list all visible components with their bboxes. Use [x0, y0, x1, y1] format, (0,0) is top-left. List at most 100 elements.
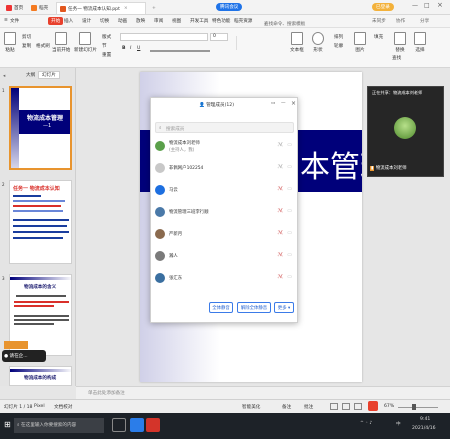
tab-docer[interactable]: 稻壳: [28, 2, 51, 14]
minimize-icon[interactable]: —: [412, 2, 418, 9]
pin-icon[interactable]: ▭: [271, 101, 275, 106]
camera-icon[interactable]: ▭: [287, 208, 292, 214]
member-row[interactable]: 物流成本刘老师 (主持人，我) ℳ ▭: [155, 138, 293, 155]
tab-document[interactable]: 任务一 物流成本认知.ppt ×: [56, 2, 146, 14]
unsync-status[interactable]: 未同步: [372, 18, 386, 24]
mic-muted-icon[interactable]: ℳ: [278, 208, 283, 214]
menu-transition[interactable]: 切换: [100, 18, 109, 24]
replace-button[interactable]: 替换: [394, 32, 406, 53]
video-window[interactable]: 正在共享：物流成本刘老师 ▮ 物流成本刘老师: [367, 86, 444, 177]
menu-review[interactable]: 审阅: [154, 18, 163, 24]
copy-button[interactable]: 复制: [22, 43, 31, 49]
task-view-icon[interactable]: [112, 418, 126, 432]
paste-button[interactable]: 粘贴: [4, 32, 16, 53]
member-row[interactable]: 非佩网户102254 ℳ ▭: [155, 160, 293, 177]
tab-slides[interactable]: 幻灯片: [38, 71, 60, 79]
dialog-minimize-icon[interactable]: —: [281, 101, 286, 106]
camera-icon[interactable]: ▭: [287, 230, 292, 236]
tab-home[interactable]: 首页: [3, 2, 26, 14]
fill-button[interactable]: 填充: [374, 34, 383, 40]
member-row[interactable]: 严新月 ℳ ▭: [155, 226, 293, 243]
login-button[interactable]: 已登录: [372, 3, 394, 11]
member-row[interactable]: 张汇东 ℳ ▭: [155, 270, 293, 287]
windows-start-icon[interactable]: ⊞: [4, 420, 11, 429]
camera-icon[interactable]: ▭: [287, 142, 292, 148]
live-indicator[interactable]: ● 请在企...: [2, 350, 46, 362]
collab-button[interactable]: 协作: [396, 18, 405, 24]
shape-button[interactable]: 形状: [312, 32, 324, 53]
taskbar-search[interactable]: ⌕ 在这里输入你要搜索的内容: [14, 418, 104, 433]
mic-muted-icon[interactable]: ℳ: [278, 252, 283, 258]
zoom-slider[interactable]: [398, 407, 438, 408]
smart-beautify-button[interactable]: 智能美化: [242, 404, 260, 410]
normal-view-icon[interactable]: [330, 403, 338, 410]
member-row[interactable]: 马云 ℳ ▭: [155, 182, 293, 199]
format-painter-button[interactable]: 格式刷: [36, 43, 50, 49]
clock-time[interactable]: 9:41: [420, 417, 430, 422]
arrange-button[interactable]: 排列: [334, 34, 343, 40]
layout-button[interactable]: 版式: [102, 34, 111, 40]
find-button[interactable]: 查找: [392, 55, 401, 61]
clock-date[interactable]: 2021/4/16: [412, 426, 436, 431]
menu-insert[interactable]: 插入: [64, 18, 73, 24]
comments-button[interactable]: 批注: [304, 404, 313, 410]
camera-icon[interactable]: ▭: [287, 164, 292, 170]
font-name-field[interactable]: [120, 33, 208, 41]
menu-slideshow[interactable]: 放映: [136, 18, 145, 24]
slideshow-icon[interactable]: [368, 401, 378, 411]
camera-icon[interactable]: ▭: [287, 274, 292, 280]
slide-thumbnail-4[interactable]: 物流成本的构成: [9, 366, 72, 386]
collapse-panel-icon[interactable]: ◂: [3, 74, 5, 79]
camera-icon[interactable]: ▭: [287, 252, 292, 258]
mic-icon[interactable]: ℳ: [278, 164, 283, 170]
menu-design[interactable]: 设计: [82, 18, 91, 24]
menu-developer[interactable]: 开发工具: [190, 18, 208, 24]
maximize-icon[interactable]: □: [424, 2, 430, 9]
cut-button[interactable]: 剪切: [22, 34, 31, 40]
unmute-all-button[interactable]: 解除全体静音: [237, 302, 271, 313]
section-button[interactable]: 节: [102, 43, 107, 49]
meeting-badge[interactable]: 腾讯会议: [216, 3, 243, 11]
menu-docer[interactable]: 稻壳资源: [234, 18, 252, 24]
close-tab-icon[interactable]: ×: [124, 6, 128, 11]
member-search-input[interactable]: ⌕ 搜索成员: [155, 122, 294, 133]
menu-file[interactable]: 文件: [10, 18, 19, 24]
doc-check[interactable]: 文档校对: [54, 404, 72, 410]
menu-home[interactable]: 开始: [48, 17, 64, 25]
camera-icon[interactable]: ▭: [287, 186, 292, 192]
mic-muted-icon[interactable]: ℳ: [278, 274, 283, 280]
picture-button[interactable]: 图片: [354, 32, 366, 53]
mic-muted-icon[interactable]: ℳ: [278, 186, 283, 192]
reading-view-icon[interactable]: [354, 403, 362, 410]
bold-button[interactable]: B: [122, 46, 126, 51]
italic-button[interactable]: I: [130, 46, 131, 51]
edge-icon[interactable]: [130, 418, 144, 432]
input-language[interactable]: 中: [396, 421, 401, 427]
play-from-current-button[interactable]: 当前开始: [52, 32, 70, 53]
dialog-close-icon[interactable]: ×: [291, 100, 296, 107]
reset-button[interactable]: 重置: [102, 52, 111, 58]
font-size-field[interactable]: 0: [210, 33, 228, 41]
close-icon[interactable]: ×: [437, 1, 443, 9]
share-button[interactable]: 分享: [420, 18, 429, 24]
new-slide-button[interactable]: 新建幻灯片: [74, 32, 97, 53]
menu-animation[interactable]: 动画: [118, 18, 127, 24]
menu-features[interactable]: 特色功能: [212, 18, 230, 24]
zoom-handle[interactable]: [412, 404, 416, 410]
textbox-button[interactable]: 文本框: [290, 32, 304, 53]
wps-icon[interactable]: [146, 418, 160, 432]
member-row[interactable]: 物流管理三班李行顺 ℳ ▭: [155, 204, 293, 221]
notes-bar[interactable]: 单击此处添加备注: [76, 386, 450, 399]
member-row[interactable]: 瀚人 ℳ ▭: [155, 248, 293, 265]
tray-icons[interactable]: ^ ◦ ♪: [360, 421, 372, 426]
mute-all-button[interactable]: 全体静音: [209, 302, 233, 313]
mic-icon[interactable]: ℳ: [278, 142, 283, 148]
mic-muted-icon[interactable]: ℳ: [278, 230, 283, 236]
menu-icon[interactable]: ≡: [4, 18, 8, 23]
notes-button[interactable]: 备注: [282, 404, 291, 410]
outline-button[interactable]: 轮廓: [334, 43, 343, 49]
select-button[interactable]: 选择: [414, 32, 426, 53]
new-tab-button[interactable]: +: [149, 2, 159, 14]
slide-thumbnail-2[interactable]: 任务一 物流成本认知: [9, 180, 72, 264]
slide-thumbnail-1[interactable]: 物流成本管理 —1: [9, 86, 72, 170]
